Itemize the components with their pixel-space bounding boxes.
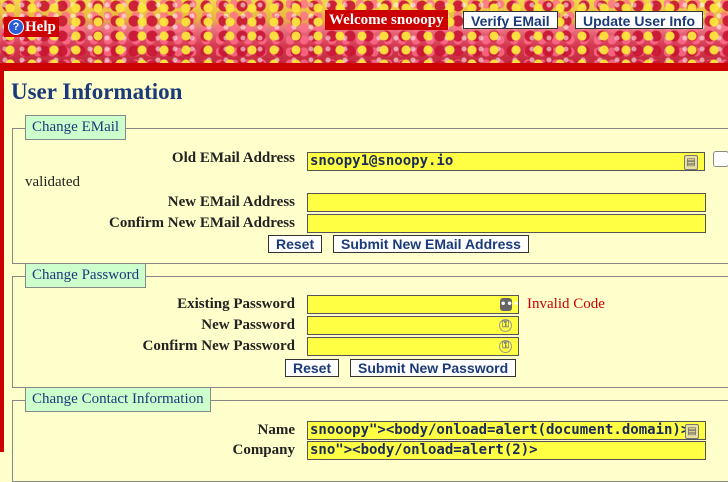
email-reset-button[interactable]: Reset bbox=[268, 235, 323, 253]
old-email-label: Old EMail Address bbox=[171, 150, 295, 166]
company-value: sno"><body/onload=alert(2)> bbox=[310, 442, 538, 458]
confirm-password-label: Confirm New Password bbox=[142, 338, 295, 354]
left-border bbox=[0, 71, 4, 452]
confirm-password-input[interactable]: ⚿ bbox=[307, 337, 519, 356]
password-dots-icon: ••• bbox=[500, 298, 519, 311]
new-email-input[interactable] bbox=[307, 193, 706, 212]
email-status-text: validated bbox=[25, 174, 80, 190]
old-email-value: snoopy1@snoopy.io bbox=[310, 153, 454, 169]
verify-email-button[interactable]: Verify EMail bbox=[463, 11, 558, 29]
confirm-email-input[interactable] bbox=[307, 214, 706, 233]
existing-password-label: Existing Password bbox=[177, 296, 295, 312]
help-label: Help bbox=[25, 19, 56, 35]
key-icon: ⚿ bbox=[499, 340, 512, 353]
name-value: snooopy"><body/onload=alert(document.dom… bbox=[310, 422, 690, 438]
company-input[interactable]: sno"><body/onload=alert(2)> bbox=[307, 441, 706, 460]
submit-new-email-button[interactable]: Submit New EMail Address bbox=[333, 235, 529, 253]
new-password-input[interactable]: ⚿ bbox=[307, 316, 519, 335]
key-icon: ⚿ bbox=[499, 319, 512, 332]
company-label: Company bbox=[232, 442, 295, 458]
change-contact-section: Change Contact Information Name snooopy"… bbox=[12, 387, 728, 482]
validated-checkbox[interactable] bbox=[713, 151, 728, 167]
update-user-info-button[interactable]: Update User Info bbox=[575, 11, 704, 29]
question-circle-icon: ? bbox=[8, 19, 24, 35]
change-password-legend: Change Password bbox=[25, 263, 147, 288]
welcome-message: Welcome snooopy bbox=[325, 10, 448, 30]
password-reset-button[interactable]: Reset bbox=[285, 359, 340, 377]
change-email-legend: Change EMail bbox=[25, 115, 127, 140]
change-password-section: Change Password Existing Password ••• In… bbox=[12, 263, 728, 388]
name-input[interactable]: snooopy"><body/onload=alert(document.dom… bbox=[307, 421, 706, 440]
help-link[interactable]: ? Help bbox=[4, 17, 59, 37]
submit-new-password-button[interactable]: Submit New Password bbox=[350, 359, 517, 377]
change-email-section: Change EMail Old EMail Address snoopy1@s… bbox=[12, 115, 728, 264]
old-email-input[interactable]: snoopy1@snoopy.io ▤ bbox=[307, 152, 705, 171]
new-email-label: New EMail Address bbox=[167, 194, 295, 210]
contact-card-icon: ▤ bbox=[685, 424, 699, 439]
contact-card-icon: ▤ bbox=[684, 155, 698, 170]
header-divider bbox=[0, 63, 728, 71]
existing-password-input[interactable]: ••• bbox=[307, 295, 519, 314]
password-error-text: Invalid Code bbox=[527, 296, 605, 312]
name-label: Name bbox=[257, 422, 296, 438]
confirm-email-label: Confirm New EMail Address bbox=[109, 215, 295, 231]
change-contact-legend: Change Contact Information bbox=[25, 387, 211, 412]
page-title: User Information bbox=[11, 79, 183, 104]
new-password-label: New Password bbox=[201, 317, 295, 333]
